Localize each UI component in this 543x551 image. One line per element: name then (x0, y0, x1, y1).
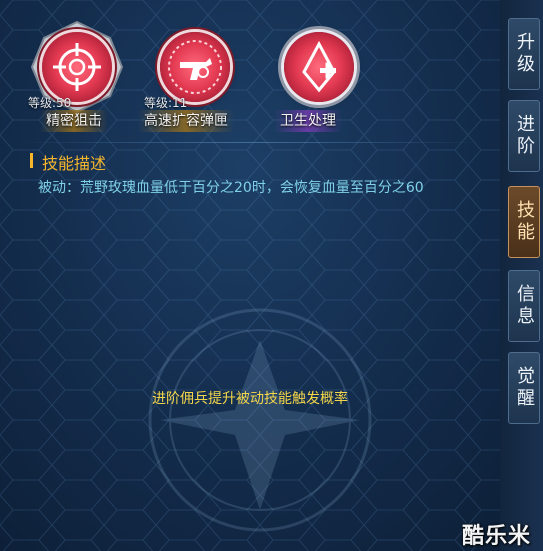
emblem-watermark-icon (148, 308, 372, 532)
tab-skill[interactable]: 技能 (508, 186, 540, 258)
skill-panel: 等级:50 精密狙击 等级:11 高速扩容弹匣 卫生处理 技能描述 被动：荒野玫… (0, 0, 500, 551)
site-watermark: 酷乐米 (462, 524, 532, 549)
tab-upgrade[interactable]: 升级 (508, 18, 540, 90)
skill-slot-3[interactable]: 卫生处理 (262, 28, 372, 138)
skill-level: 等级:11 (144, 96, 188, 110)
skill-slot-1[interactable]: 等级:50 精密狙击 (20, 20, 130, 138)
tab-advance[interactable]: 进阶 (508, 100, 540, 172)
description-title: 技能描述 (42, 154, 107, 173)
title-marker (30, 153, 33, 168)
skill-name: 卫生处理 (274, 110, 342, 132)
divider (20, 142, 480, 143)
revolver-icon (168, 40, 222, 94)
skill-level: 等级:50 (28, 96, 72, 110)
description-text: 被动：荒野玫瑰血量低于百分之20时，会恢复血量至百分之60 (38, 180, 424, 196)
skill-name: 精密狙击 (40, 110, 108, 132)
tab-awaken[interactable]: 觉醒 (508, 352, 540, 424)
skill-name: 高速扩容弹匣 (138, 110, 234, 132)
crosshair-icon (53, 43, 101, 91)
skill-slot-2[interactable]: 等级:11 高速扩容弹匣 (138, 28, 248, 138)
tab-info[interactable]: 信息 (508, 270, 540, 342)
advance-hint-text: 进阶佣兵提升被动技能触发概率 (152, 391, 348, 407)
medic-icon (302, 40, 336, 93)
